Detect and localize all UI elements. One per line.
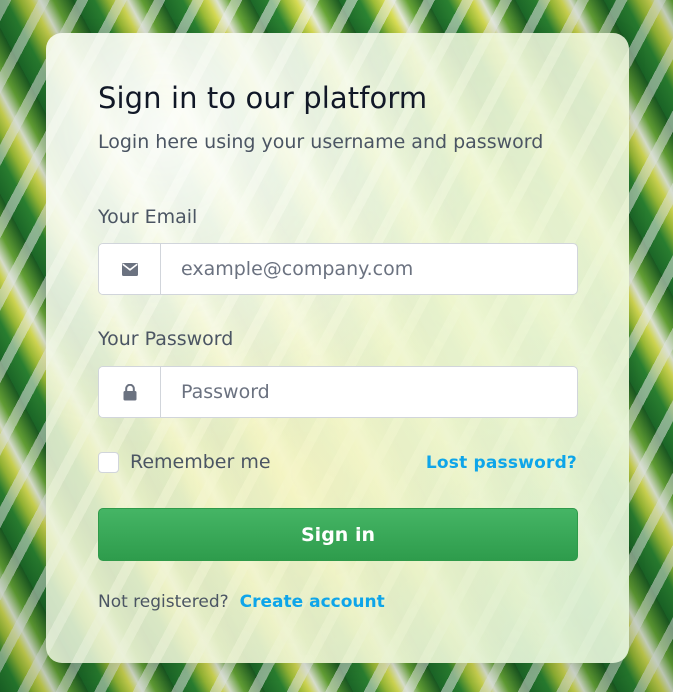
register-row: Not registered? Create account [98,592,385,612]
remember-me-checkbox[interactable] [98,451,119,473]
not-registered-text: Not registered? [98,592,229,612]
envelope-icon [121,262,138,276]
sign-in-button[interactable]: Sign in [98,508,578,561]
signin-card: Sign in to our platform Login here using… [46,33,629,663]
email-input-group [98,243,578,295]
password-label: Your Password [98,328,234,350]
password-input-group [98,366,578,418]
email-addon [99,244,161,294]
email-input[interactable] [161,244,577,294]
email-label: Your Email [98,206,198,228]
password-input[interactable] [161,367,577,417]
lost-password-link[interactable]: Lost password? [426,453,577,473]
page-title: Sign in to our platform [98,81,428,115]
password-addon [99,367,161,417]
remember-me-row: Remember me [98,451,271,473]
create-account-link[interactable]: Create account [240,592,385,612]
remember-me-label[interactable]: Remember me [130,451,271,473]
page-subtitle: Login here using your username and passw… [98,131,544,153]
lock-icon [123,383,137,401]
